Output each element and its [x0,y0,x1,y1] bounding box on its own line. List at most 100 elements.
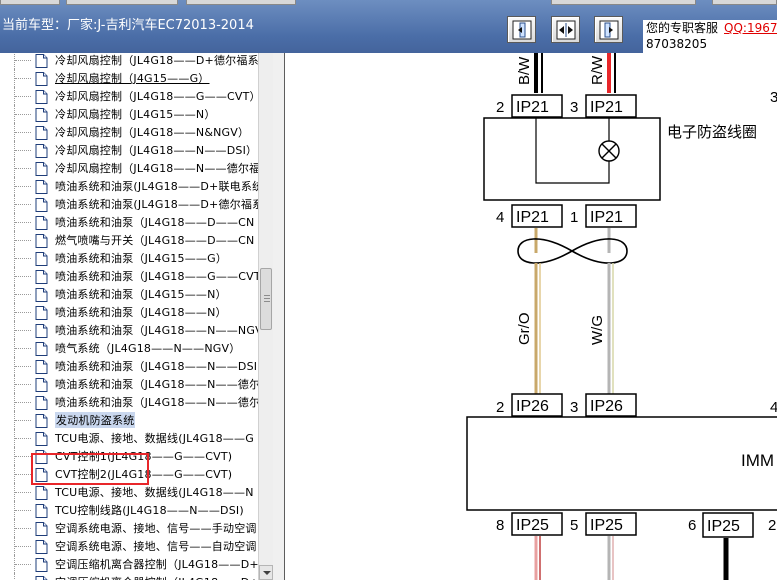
tree-item-label: 冷却风扇控制（JL4G18——N——DSI） [55,144,258,157]
tree-item-label: 喷气系统（JL4G18——N——NGV） [55,342,241,355]
tree-branch-line [14,573,32,580]
tree-item[interactable]: 冷却风扇控制（JL4G18——N——DSI） [0,141,258,159]
top-tab-stub[interactable] [186,0,296,5]
tree-item[interactable]: 冷却风扇控制（JL4G18——D+德尔福系统 [0,53,258,69]
top-tab-stub[interactable] [0,0,60,5]
tree-item[interactable]: 冷却风扇控制（JL4G18——G——CVT） [0,87,258,105]
tree-item[interactable]: 喷油系统和油泵（JL4G18——N——NGV [0,321,258,339]
tree-item[interactable]: 空调系统电源、接地、信号——自动空调 [0,537,258,555]
document-icon [35,143,48,158]
tree-item[interactable]: 喷油系统和油泵（JL4G18——D——CN [0,213,258,231]
tree-item[interactable]: TCU控制线路(JL4G18——N——DSI) [0,501,258,519]
tree-branch-line [14,411,32,429]
service-qq-link[interactable]: QQ:1967 [724,21,777,35]
document-icon [35,269,48,284]
tree-item[interactable]: 喷油系统和油泵（JL4G18——N） [0,303,258,321]
tree-item-label: 喷油系统和油泵（JL4G18——D——CN [55,216,255,229]
tree-branch-line [14,483,32,501]
wire-label: B/W [516,56,533,85]
scroll-down-arrow[interactable] [259,565,273,580]
tree-item[interactable]: 空调压缩机离合器控制（JL4G18——D+ [0,573,258,580]
tree-item[interactable]: 喷油系统和油泵（JL4G15——N） [0,285,258,303]
tree-branch-line [14,141,32,159]
tree-item-label: 喷油系统和油泵（JL4G18——N——NGV [55,324,258,337]
scrollbar-thumb[interactable] [260,268,272,330]
tree-item[interactable]: TCU电源、接地、数据线(JL4G18——G [0,429,258,447]
fit-page-button[interactable] [507,16,536,43]
document-icon [35,485,48,500]
tree-branch-line [14,393,32,411]
tree-item[interactable]: 喷油系统和油泵(JL4G18——D+德尔福系 [0,195,258,213]
twisted-pair-icon [517,238,628,264]
top-bar: 当前车型：厂家:J-吉利汽车EC72013-2014 您的专职客服 QQ:1967… [0,0,777,56]
tree-branch-line [14,53,32,69]
top-tab-stub[interactable] [712,0,777,5]
fit-width-button[interactable] [551,16,580,43]
tree-item[interactable]: TCU电源、接地、数据线(JL4G18——N [0,483,258,501]
document-icon [35,197,48,212]
connector-name: IP21 [516,209,549,226]
tree-item[interactable]: 喷油系统和油泵（JL4G15——G） [0,249,258,267]
document-icon [35,305,48,320]
tree-item-label: TCU电源、接地、数据线(JL4G18——G [55,432,254,445]
tree-item[interactable]: 冷却风扇控制（J4G15——G） [0,69,258,87]
connector-name: IP25 [707,518,740,535]
tree-branch-line [14,249,32,267]
pin-number: 3 [570,99,578,116]
tree-item[interactable]: 喷油系统和油泵(JL4G18——D+联电系统 [0,177,258,195]
pane-splitter[interactable] [273,53,285,580]
tree-branch-line [14,555,32,573]
document-icon [35,539,48,554]
tree-item-label: 冷却风扇控制（JL4G18——N&NGV） [55,126,250,139]
tree-item[interactable]: 冷却风扇控制（JL4G18——N——德尔福 [0,159,258,177]
tree-item[interactable]: 喷油系统和油泵（JL4G18——N——DSI [0,357,258,375]
tree-item[interactable]: 空调系统电源、接地、信号——手动空调 [0,519,258,537]
document-icon [35,215,48,230]
pin-number: 2 [496,99,504,116]
tree-item[interactable]: 燃气喷嘴与开关（JL4G18——D——CN [0,231,258,249]
fit-height-button[interactable] [594,16,623,43]
tree-item-label: 冷却风扇控制（JL4G18——D+德尔福系统 [55,54,258,67]
tree-item[interactable]: 喷油系统和油泵（JL4G18——G——CVT [0,267,258,285]
document-icon [35,71,48,86]
tree-item[interactable]: 冷却风扇控制（JL4G15——N） [0,105,258,123]
tree-item-label: 冷却风扇控制（JL4G18——N——德尔福 [55,162,258,175]
tree-item[interactable]: 喷气系统（JL4G18——N——NGV） [0,339,258,357]
top-tab-stub[interactable] [66,0,178,5]
tree-item-label: 喷油系统和油泵（JL4G15——G） [55,252,228,265]
pin-number: 4 [496,209,504,226]
tree-branch-line [14,69,32,87]
tree-item-label: 喷油系统和油泵（JL4G18——N） [55,306,227,319]
connector-name: IP26 [516,398,549,415]
tree-item-label: 发动机防盗系统 [55,412,136,428]
tree-item-selected[interactable]: 发动机防盗系统 [0,411,258,429]
document-icon [35,377,48,392]
tree-branch-line [14,87,32,105]
tree-branch-line [14,321,32,339]
tree-branch-line [14,105,32,123]
tree-item[interactable]: 喷油系统和油泵（JL4G18——N——德尔 [0,375,258,393]
document-icon [35,557,48,572]
imm-label: IMM [741,451,774,470]
connector-name: IP25 [590,517,623,534]
document-icon [35,107,48,122]
annotation-highlight-box [31,453,149,485]
tree-item[interactable]: 空调压缩机离合器控制（JL4G18——D+ [0,555,258,573]
document-icon [35,503,48,518]
document-icon [35,251,48,266]
top-tab-stub[interactable] [551,0,696,5]
pin-number: 2 [768,517,776,534]
tree-item-label: 喷油系统和油泵(JL4G18——D+德尔福系 [55,198,258,211]
tree-item-label: 喷油系统和油泵（JL4G18——N——德尔 [55,378,258,391]
document-icon [35,287,48,302]
tree-scrollbar[interactable] [258,53,273,580]
fit-width-icon [556,20,576,40]
tree-branch-line [14,465,32,483]
tree-item[interactable]: 喷油系统和油泵（JL4G18——N——德尔福 [0,393,258,411]
connector-name: IP21 [590,209,623,226]
tree-item[interactable]: 冷却风扇控制（JL4G18——N&NGV） [0,123,258,141]
tree-branch-line [14,177,32,195]
tree-branch-line [14,357,32,375]
coil-label: 电子防盗线圈 [667,124,757,141]
service-label: 您的专职客服 [646,21,719,35]
